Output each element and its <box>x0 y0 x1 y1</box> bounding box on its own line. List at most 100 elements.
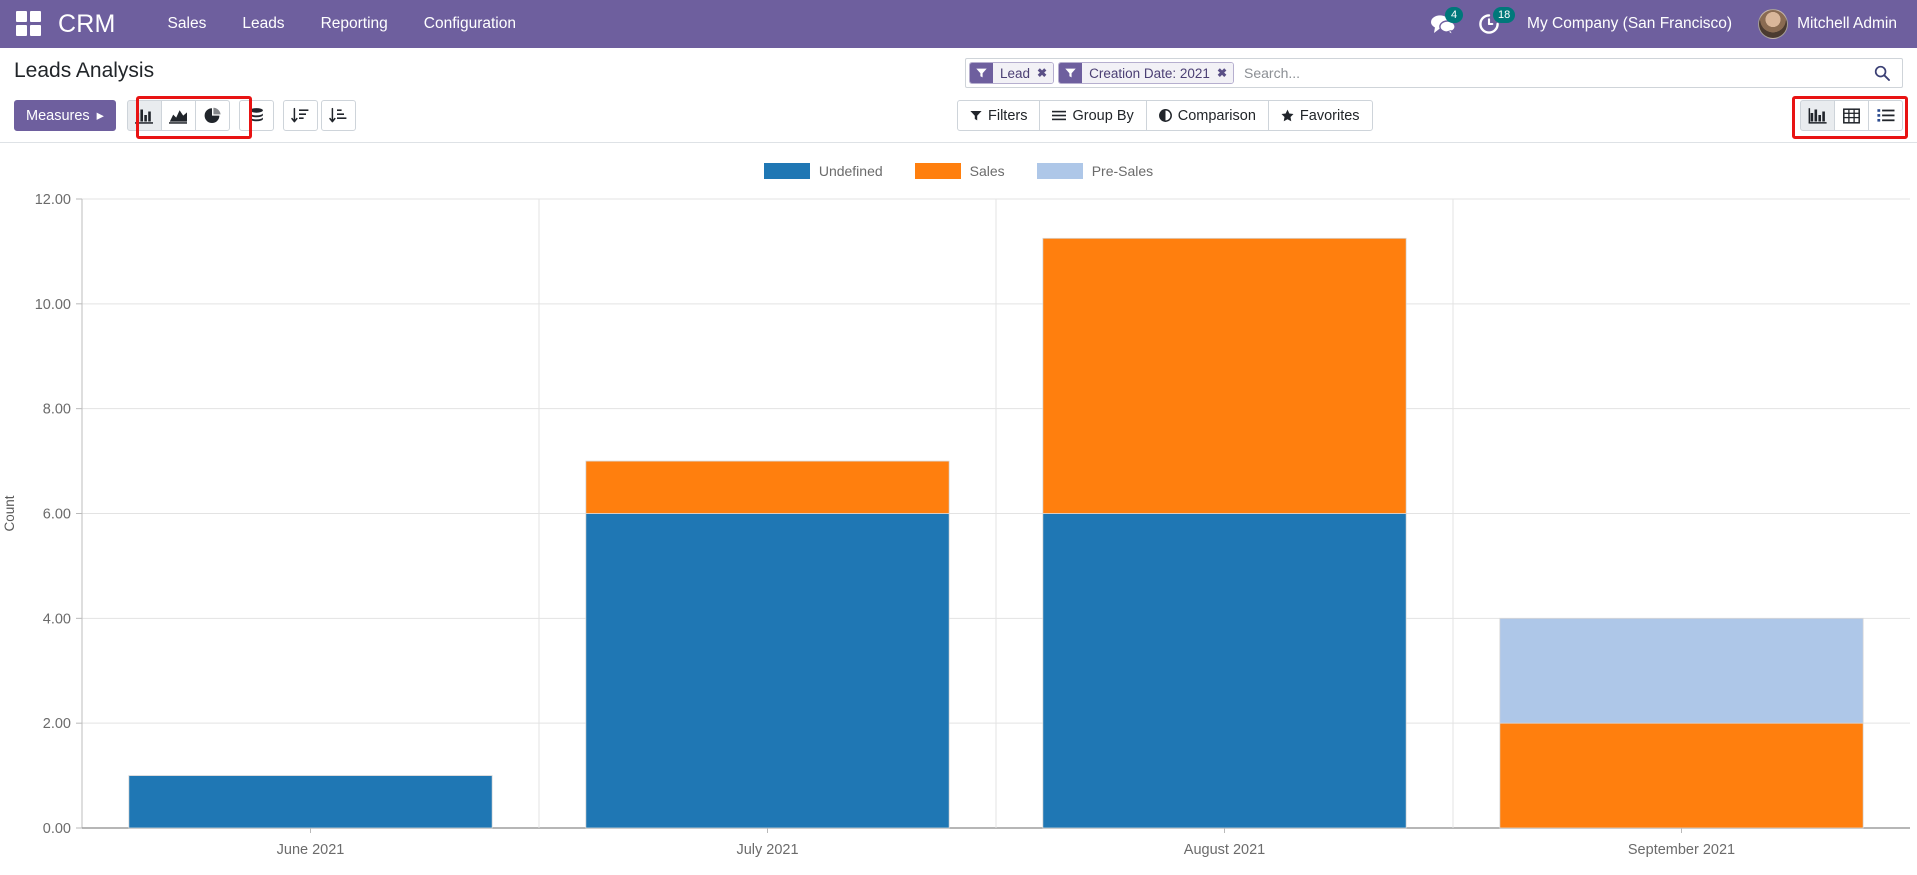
menu-item-leads[interactable]: Leads <box>224 0 302 48</box>
stacked-button[interactable] <box>238 100 274 131</box>
measures-button[interactable]: Measures ▸ <box>14 100 116 131</box>
legend-label: Undefined <box>818 163 883 179</box>
top-navbar: CRM Sales Leads Reporting Configuration … <box>0 0 1917 48</box>
chart-plot-area[interactable]: 0.00 2.00 4.00 6.00 8.00 10.00 12.00 Count June … <box>0 185 1917 875</box>
table-grid-icon <box>1843 107 1860 124</box>
bar-segment[interactable] <box>1499 617 1864 724</box>
filters-label: Filters <box>988 107 1028 124</box>
half-circle-icon <box>1158 109 1172 122</box>
chart-legend: Undefined Sales Pre-Sales <box>0 143 1917 185</box>
bar-chart-icon <box>134 109 153 124</box>
bar-segment[interactable] <box>128 775 493 829</box>
favorites-button[interactable]: Favorites <box>1267 100 1373 131</box>
legend-swatch <box>763 163 810 179</box>
remove-facet-icon[interactable]: ✖ <box>1035 63 1054 83</box>
legend-item-sales[interactable]: Sales <box>914 163 1005 179</box>
search-bar[interactable]: Lead ✖ Creation Date: 2021 ✖ <box>965 58 1903 88</box>
activities-badge: 18 <box>1493 7 1516 23</box>
x-tick-label: August 2021 <box>1184 842 1265 858</box>
y-axis-title: Count <box>2 495 17 531</box>
y-tick-label: 12.00 <box>35 192 71 208</box>
legend-swatch <box>914 163 961 179</box>
sort-ascending-button[interactable] <box>282 100 318 131</box>
graph-view-button[interactable] <box>1800 100 1835 131</box>
y-tick-label: 4.00 <box>43 611 71 627</box>
pie-chart-button[interactable] <box>194 100 230 131</box>
x-tick-label: September 2021 <box>1628 842 1735 858</box>
stacked-button-group <box>238 100 274 131</box>
star-icon <box>1281 109 1294 122</box>
y-tick-label: 2.00 <box>43 716 71 732</box>
company-switcher[interactable]: My Company (San Francisco) <box>1511 15 1748 33</box>
line-chart-button[interactable] <box>160 100 196 131</box>
group-by-button[interactable]: Group By <box>1039 100 1147 131</box>
user-name-label: Mitchell Admin <box>1797 15 1897 32</box>
legend-label: Pre-Sales <box>1091 163 1154 179</box>
view-switcher-group <box>1800 100 1903 131</box>
bar-chart-icon <box>1808 108 1827 124</box>
measures-label: Measures <box>26 107 90 124</box>
y-tick-label: 6.00 <box>43 507 71 523</box>
y-tick-label: 10.00 <box>35 297 71 313</box>
bar-segment[interactable] <box>585 513 950 829</box>
search-icon[interactable] <box>1868 65 1900 81</box>
bar-segment[interactable] <box>1499 722 1864 829</box>
sort-descending-icon <box>329 107 347 123</box>
sort-descending-button[interactable] <box>320 100 356 131</box>
avatar <box>1758 9 1789 39</box>
comparison-button[interactable]: Comparison <box>1145 100 1269 131</box>
pie-chart-icon <box>204 107 221 123</box>
apps-grid-icon[interactable] <box>16 11 42 37</box>
app-brand-crm[interactable]: CRM <box>58 10 116 39</box>
bar-segment[interactable] <box>585 460 950 514</box>
x-tick-label: July 2021 <box>736 842 798 858</box>
control-panel-bottom-row: Measures ▸ Filters Group By Comparison F… <box>0 92 1917 142</box>
filter-icon <box>970 63 993 83</box>
bar-chart-button[interactable] <box>126 100 162 131</box>
database-stack-icon <box>250 108 263 122</box>
x-tick-label: June 2021 <box>277 842 345 858</box>
hamburger-icon <box>1052 110 1067 121</box>
search-facet-label: Lead <box>993 63 1036 83</box>
sort-button-group <box>282 100 356 131</box>
group-by-label: Group By <box>1072 107 1134 124</box>
line-chart-icon <box>168 110 187 124</box>
control-panel: Leads Analysis Lead ✖ Creation Date: 202… <box>0 48 1917 143</box>
user-menu[interactable]: Mitchell Admin <box>1748 9 1903 39</box>
legend-item-pre-sales[interactable]: Pre-Sales <box>1036 163 1154 179</box>
stacked-bar-chart[interactable]: 0.00 2.00 4.00 6.00 8.00 10.00 12.00 Count June … <box>0 185 1917 875</box>
messages-button[interactable]: 4 <box>1419 0 1467 48</box>
list-icon <box>1876 109 1894 122</box>
list-view-button[interactable] <box>1868 100 1903 131</box>
bar-segment[interactable] <box>1042 237 1407 514</box>
messages-badge: 4 <box>1445 7 1464 23</box>
chart-type-button-group <box>126 100 230 131</box>
control-panel-top-row: Leads Analysis Lead ✖ Creation Date: 202… <box>0 48 1917 92</box>
search-input[interactable] <box>1238 60 1868 86</box>
remove-facet-icon[interactable]: ✖ <box>1214 63 1233 83</box>
legend-item-undefined[interactable]: Undefined <box>763 163 883 179</box>
y-tick-label: 8.00 <box>43 402 71 418</box>
y-tick-label: 0.00 <box>43 821 71 837</box>
menu-item-sales[interactable]: Sales <box>150 0 225 48</box>
menu-item-configuration[interactable]: Configuration <box>406 0 534 48</box>
graph-view: Undefined Sales Pre-Sales 0.00 2.00 4.00 6.… <box>0 143 1917 875</box>
comparison-label: Comparison <box>1177 107 1256 124</box>
favorites-label: Favorites <box>1299 107 1360 124</box>
page-title: Leads Analysis <box>14 59 155 82</box>
funnel-icon <box>970 111 982 121</box>
pivot-view-button[interactable] <box>1834 100 1869 131</box>
activities-button[interactable]: 18 <box>1467 0 1516 48</box>
sort-ascending-icon <box>291 107 309 123</box>
legend-swatch <box>1036 163 1083 179</box>
search-facet-label: Creation Date: 2021 <box>1082 63 1215 83</box>
legend-label: Sales <box>969 163 1005 179</box>
filters-button[interactable]: Filters <box>957 100 1041 131</box>
bar-segment[interactable] <box>1042 513 1407 829</box>
filter-icon <box>1059 63 1083 83</box>
search-facet-lead[interactable]: Lead ✖ <box>969 62 1055 84</box>
search-facet-creation-date[interactable]: Creation Date: 2021 ✖ <box>1058 62 1234 84</box>
search-options-group: Filters Group By Comparison Favorites <box>957 100 1373 131</box>
menu-item-reporting[interactable]: Reporting <box>303 0 406 48</box>
caret-right-icon: ▸ <box>96 107 104 124</box>
